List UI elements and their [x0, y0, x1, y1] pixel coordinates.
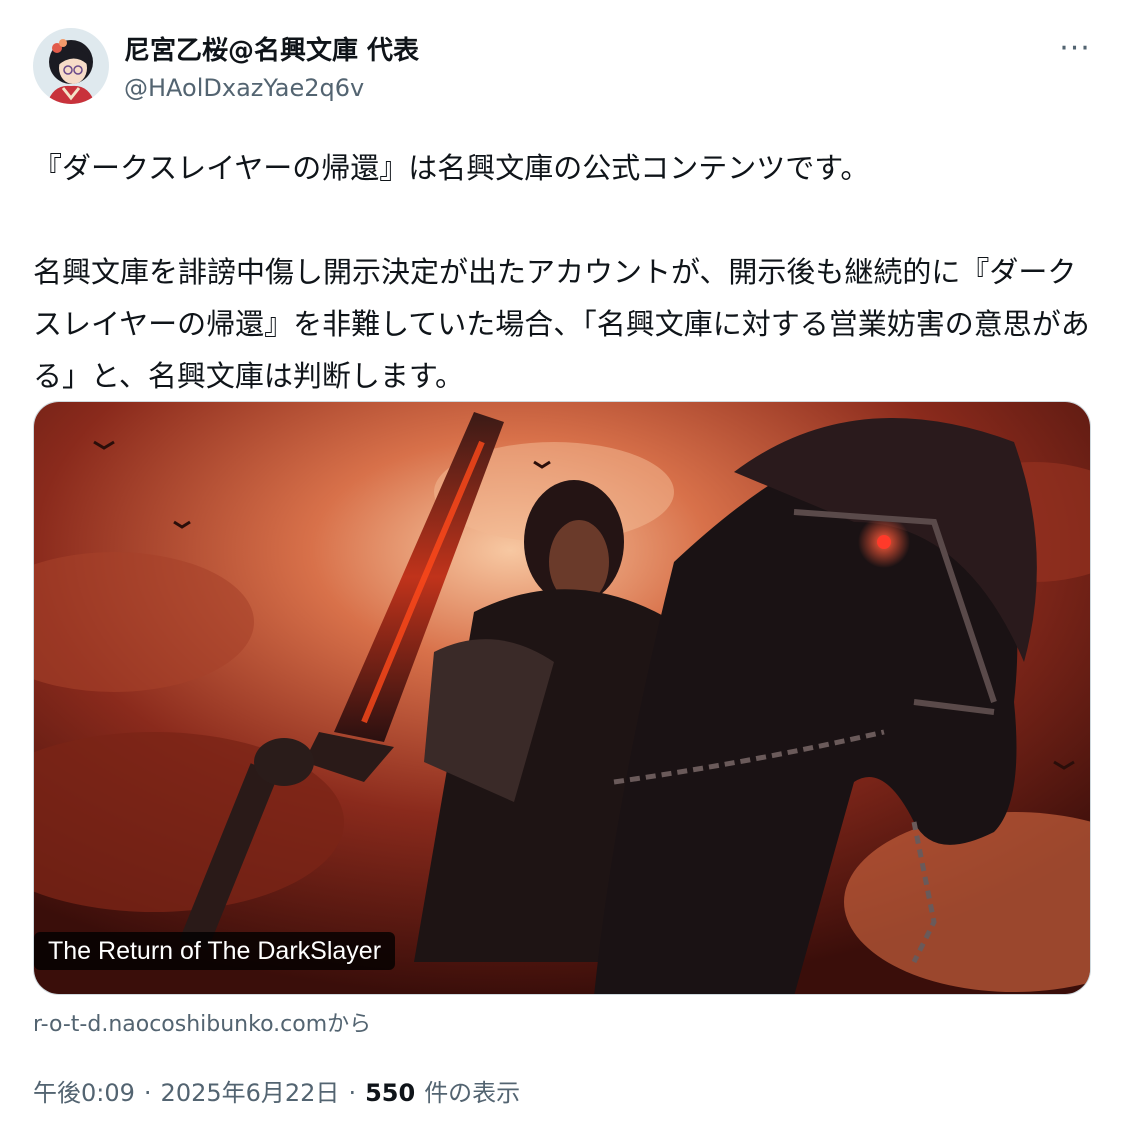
tweet-date[interactable]: 2025年6月22日 — [161, 1073, 340, 1108]
avatar-image — [33, 28, 109, 104]
tweet-paragraph: 名興文庫を誹謗中傷し開示決定が出たアカウントが、開示後も継続的に『ダークスレイヤ… — [33, 255, 1090, 393]
separator: · — [348, 1079, 357, 1107]
card-title[interactable]: The Return of The DarkSlayer — [34, 932, 396, 970]
views-count: 550 — [365, 1079, 416, 1107]
separator: · — [143, 1079, 152, 1107]
tweet-meta: 午後0:09 · 2025年6月22日 · 550 件の表示 — [33, 1073, 520, 1108]
tweet-text: 『ダークスレイヤーの帰還』は名興文庫の公式コンテンツです。 名興文庫を誹謗中傷し… — [33, 142, 1098, 402]
more-options-button[interactable]: ··· — [1052, 30, 1098, 66]
display-name[interactable]: 尼宮乙桜@名興文庫 代表 — [124, 30, 419, 67]
card-domain[interactable]: r-o-t-d.naocoshibunko.comから — [33, 1006, 371, 1038]
link-card[interactable] — [33, 401, 1091, 995]
more-icon: ··· — [1059, 30, 1091, 66]
dark-knight-on-horse-image — [34, 402, 1090, 994]
tweet-paragraph: 『ダークスレイヤーの帰還』は名興文庫の公式コンテンツです。 — [33, 151, 870, 185]
views-label: 件の表示 — [424, 1079, 521, 1107]
tweet-time[interactable]: 午後0:09 — [33, 1073, 135, 1108]
user-handle[interactable]: @HAolDxazYae2q6v — [124, 74, 364, 102]
tweet: 尼宮乙桜@名興文庫 代表 @HAolDxazYae2q6v ··· 『ダークスレ… — [0, 0, 1125, 1125]
avatar[interactable] — [33, 28, 109, 104]
